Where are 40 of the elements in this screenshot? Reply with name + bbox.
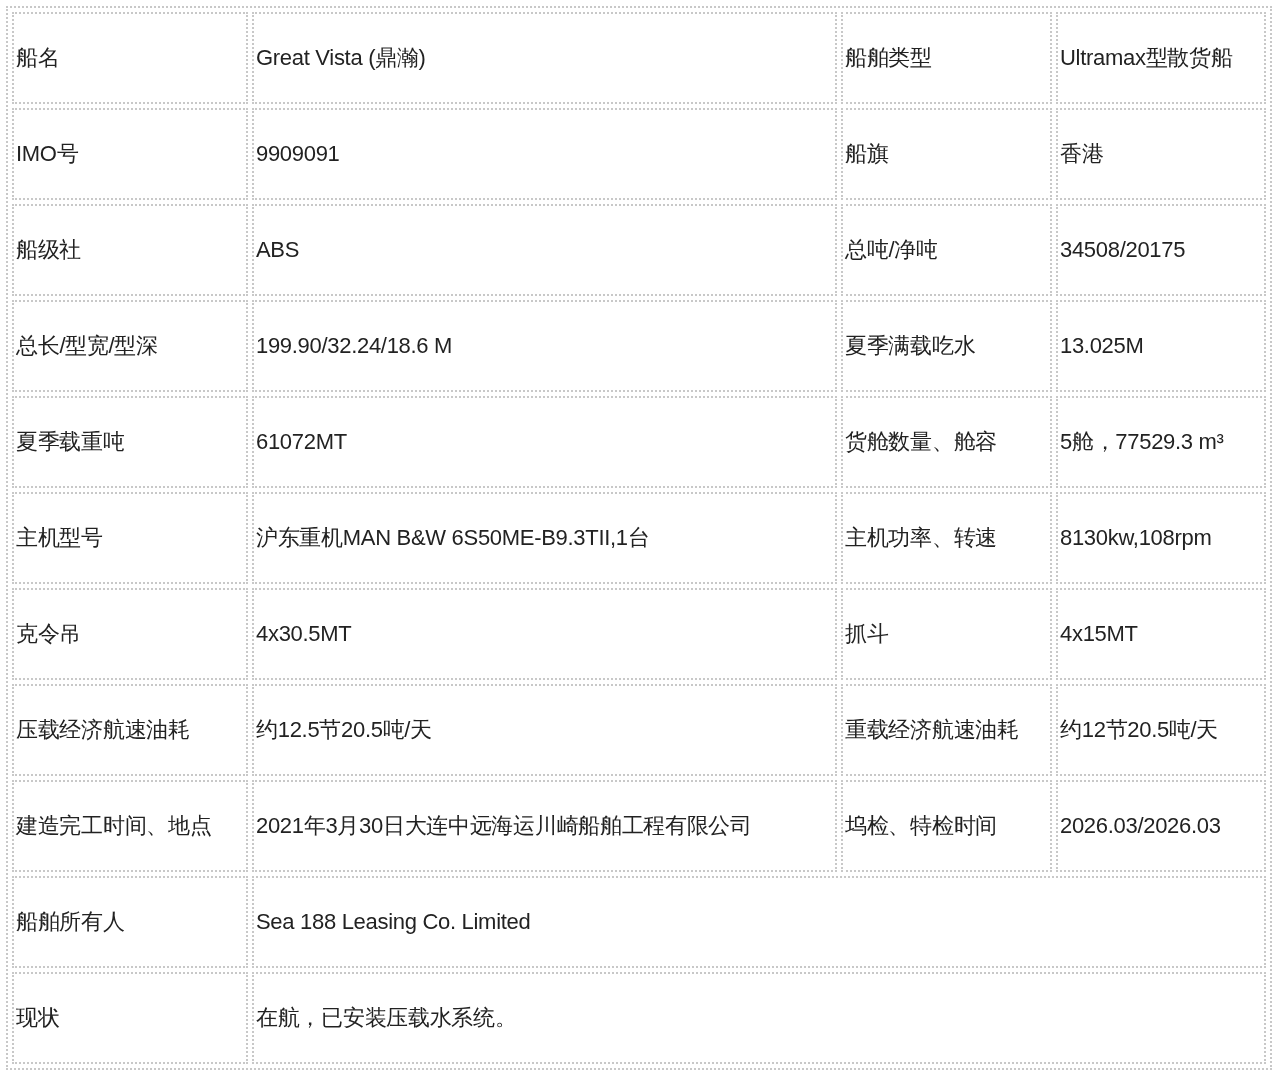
label-cell: 现状 — [12, 972, 248, 1064]
label-cell: 克令吊 — [12, 588, 248, 680]
label-cell: 建造完工时间、地点 — [12, 780, 248, 872]
value-cell: 61072MT — [252, 396, 837, 488]
label-cell: 重载经济航速油耗 — [841, 684, 1052, 776]
label-cell: 船舶所有人 — [12, 876, 248, 968]
label-cell: IMO号 — [12, 108, 248, 200]
value-cell: 4x30.5MT — [252, 588, 837, 680]
value-cell: 沪东重机MAN B&W 6S50ME-B9.3TII,1台 — [252, 492, 837, 584]
value-cell: 在航，已安装压载水系统。 — [252, 972, 1266, 1064]
value-cell: Sea 188 Leasing Co. Limited — [252, 876, 1266, 968]
value-cell: 13.025M — [1056, 300, 1266, 392]
value-cell: Ultramax型散货船 — [1056, 12, 1266, 104]
label-cell: 总吨/净吨 — [841, 204, 1052, 296]
label-cell: 船旗 — [841, 108, 1052, 200]
value-cell: 4x15MT — [1056, 588, 1266, 680]
value-cell: 8130kw,108rpm — [1056, 492, 1266, 584]
label-cell: 船名 — [12, 12, 248, 104]
label-cell: 压载经济航速油耗 — [12, 684, 248, 776]
value-cell: 34508/20175 — [1056, 204, 1266, 296]
value-cell: 约12节20.5吨/天 — [1056, 684, 1266, 776]
label-cell: 夏季载重吨 — [12, 396, 248, 488]
value-cell: Great Vista (鼎瀚) — [252, 12, 837, 104]
value-cell: 199.90/32.24/18.6 M — [252, 300, 837, 392]
label-cell: 货舱数量、舱容 — [841, 396, 1052, 488]
value-cell: 2021年3月30日大连中远海运川崎船舶工程有限公司 — [252, 780, 837, 872]
label-cell: 船舶类型 — [841, 12, 1052, 104]
value-cell: 约12.5节20.5吨/天 — [252, 684, 837, 776]
value-cell: 9909091 — [252, 108, 837, 200]
label-cell: 船级社 — [12, 204, 248, 296]
value-cell: 2026.03/2026.03 — [1056, 780, 1266, 872]
label-cell: 坞检、特检时间 — [841, 780, 1052, 872]
value-cell: 5舱，77529.3 m³ — [1056, 396, 1266, 488]
label-cell: 主机功率、转速 — [841, 492, 1052, 584]
label-cell: 总长/型宽/型深 — [12, 300, 248, 392]
label-cell: 主机型号 — [12, 492, 248, 584]
value-cell: ABS — [252, 204, 837, 296]
label-cell: 抓斗 — [841, 588, 1052, 680]
value-cell: 香港 — [1056, 108, 1266, 200]
label-cell: 夏季满载吃水 — [841, 300, 1052, 392]
